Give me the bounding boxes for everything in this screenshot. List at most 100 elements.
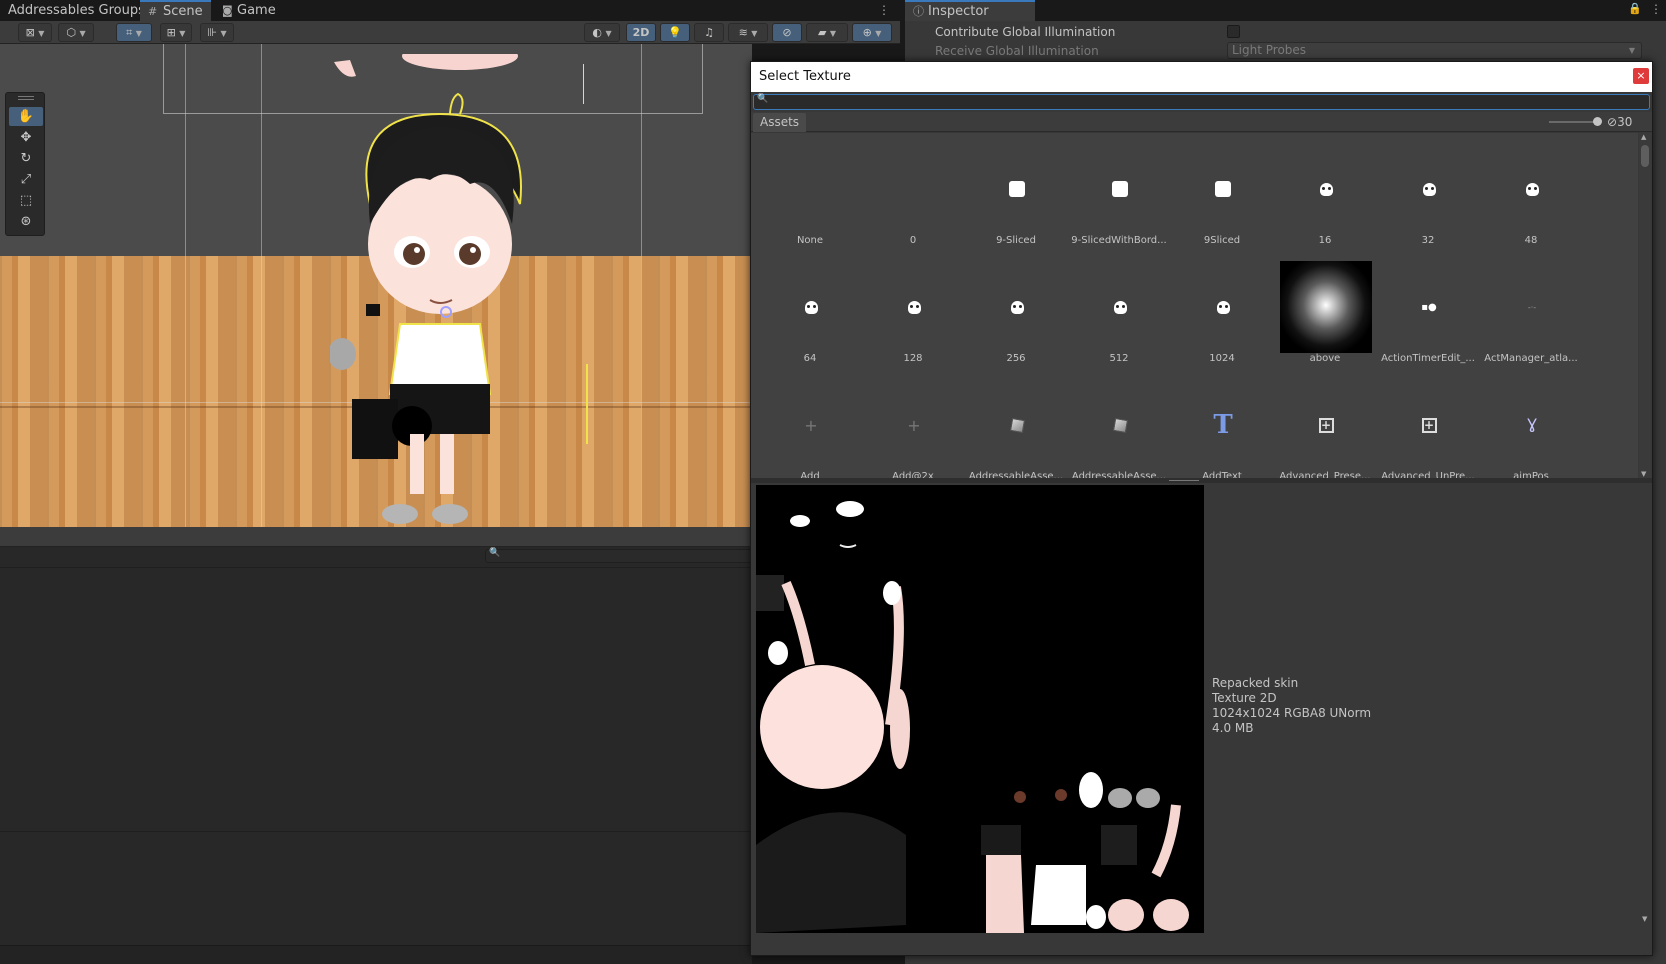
texture-search-field[interactable]: 🔍 xyxy=(753,94,1650,110)
effects-icon[interactable]: ≋ ▼ xyxy=(728,23,768,42)
grid-snap-button[interactable]: ⌗ ▼ xyxy=(116,23,152,42)
lock-icon[interactable]: 🔒 xyxy=(1628,2,1642,15)
texture-search-input[interactable] xyxy=(767,95,1637,109)
more-options-icon[interactable]: ⋮ xyxy=(1650,2,1662,16)
texture-item[interactable]: 0 xyxy=(863,138,963,253)
texture-item[interactable]: + Add xyxy=(760,374,860,479)
gizmos-icon[interactable]: ⊕ ▼ xyxy=(852,23,892,42)
tab-inspector[interactable]: ⓘ Inspector xyxy=(905,0,1035,21)
lower-panel: 🔍 xyxy=(0,527,752,964)
hand-tool-icon[interactable]: ✋ xyxy=(9,107,43,126)
texture-thumbnail xyxy=(976,266,1058,348)
editor-tab-bar: Addressables Groups # Scene ◙ Game ⋮ xyxy=(0,0,905,21)
tab-label: Game xyxy=(237,3,276,18)
hidden-count[interactable]: ⊘30 xyxy=(1607,113,1632,131)
skull-icon xyxy=(1422,182,1436,196)
skull-icon xyxy=(1319,182,1333,196)
tab-scene[interactable]: # Scene xyxy=(140,0,211,21)
texture-item[interactable]: 256 xyxy=(966,256,1066,371)
texture-item[interactable]: 64 xyxy=(760,256,860,371)
texture-item[interactable]: + Advanced_Prese... xyxy=(1275,374,1375,478)
character-sprite[interactable] xyxy=(330,54,570,527)
receive-gi-dropdown[interactable]: Light Probes ▼ xyxy=(1227,42,1642,59)
hidden-objects-icon[interactable]: ⊘ xyxy=(772,23,802,42)
texture-item[interactable]: None xyxy=(760,138,860,253)
scroll-down-icon[interactable]: ▼ xyxy=(1642,915,1647,923)
texture-label: above xyxy=(1309,353,1341,364)
more-options-icon[interactable]: ⋮ xyxy=(878,3,890,17)
texture-item[interactable]: 512 xyxy=(1069,256,1169,371)
draw-mode-button[interactable]: ⊠ ▼ xyxy=(18,23,52,42)
camera-icon[interactable]: ▰ ▼ xyxy=(806,23,848,42)
2d-mode-button[interactable]: 2D xyxy=(626,23,656,42)
texture-thumbnail xyxy=(873,266,955,348)
scrollbar-thumb[interactable] xyxy=(1641,145,1649,167)
texture-item[interactable]: 32 xyxy=(1378,138,1478,253)
texture-item[interactable]: 128 xyxy=(863,256,963,371)
scroll-up-icon[interactable]: ▲ xyxy=(1641,133,1646,141)
scale-tool-icon[interactable]: ⤢ xyxy=(9,170,43,189)
lower-panel-search-input[interactable]: 🔍 xyxy=(485,548,752,563)
move-tool-icon[interactable]: ✥ xyxy=(9,128,43,147)
texture-label: Add@2x xyxy=(892,471,934,478)
texture-item[interactable]: AddressableAsse... xyxy=(966,374,1066,478)
box-plus-icon: + xyxy=(1318,417,1334,433)
texture-item[interactable]: 9-Sliced xyxy=(966,138,1066,253)
texture-item[interactable]: 9Sliced xyxy=(1172,138,1272,253)
scroll-down-icon[interactable]: ▼ xyxy=(1641,470,1646,478)
texture-label: 9-SlicedWithBord... xyxy=(1071,235,1167,246)
skull-icon xyxy=(1113,300,1127,314)
transform-tool-icon[interactable]: ⊛ xyxy=(9,212,43,231)
eye-slash-icon: ⊘ xyxy=(1607,115,1618,129)
texture-item[interactable]: T AddText xyxy=(1172,374,1272,478)
texture-label: 32 xyxy=(1421,235,1435,246)
dialog-title-bar: Select Texture × xyxy=(751,62,1652,92)
rotate-tool-icon[interactable]: ↻ xyxy=(9,149,43,168)
texture-thumbnail: Ɣ xyxy=(1491,384,1573,466)
plus-icon: + xyxy=(907,415,921,435)
texture-label: 64 xyxy=(803,353,817,364)
assets-tab-bar: Assets ⊘30 xyxy=(751,112,1652,132)
tab-addressables-groups[interactable]: Addressables Groups xyxy=(0,0,153,21)
texture-item[interactable]: + Add@2x xyxy=(863,374,963,479)
pivot-button[interactable]: ⬡ ▼ xyxy=(58,23,94,42)
skull-icon xyxy=(1525,182,1539,196)
texture-item[interactable]: above xyxy=(1275,256,1375,371)
grid-scrollbar[interactable]: ▲ ▼ xyxy=(1639,133,1651,478)
rect-tool-icon[interactable]: ⬚ xyxy=(9,191,43,210)
plus-icon: + xyxy=(804,415,818,435)
texture-label: AddressableAsse... xyxy=(1071,471,1167,478)
texture-thumbnail xyxy=(976,384,1058,466)
texture-label: aimPos xyxy=(1513,471,1549,478)
anim-icon: Ɣ xyxy=(1527,417,1537,433)
preview-scrollbar[interactable]: ▼ xyxy=(1641,483,1651,953)
scene-view[interactable]: ✋ ✥ ↻ ⤢ ⬚ ⊛ xyxy=(0,44,752,527)
texture-item[interactable]: AddressableAsse... xyxy=(1069,374,1169,478)
grid-toggle-button[interactable]: ⊞ ▼ xyxy=(160,23,192,42)
receive-gi-label: Receive Global Illumination xyxy=(935,44,1099,58)
texture-item[interactable]: + Advanced_UnPre... xyxy=(1378,374,1478,478)
increment-snap-button[interactable]: ⊪ ▼ xyxy=(200,23,234,42)
thumbnail-size-slider[interactable] xyxy=(1549,121,1597,123)
tab-label: Addressables Groups xyxy=(8,3,145,18)
texture-label: 16 xyxy=(1318,235,1332,246)
texture-item[interactable]: 48 xyxy=(1481,138,1581,253)
texture-item[interactable]: ƔaimPos xyxy=(1481,374,1581,478)
sprite-icon: -·- xyxy=(1527,302,1537,312)
audio-icon[interactable]: ♫ xyxy=(694,23,724,42)
tab-assets[interactable]: Assets xyxy=(753,113,807,132)
texture-label: ActManager_atla... xyxy=(1484,353,1578,364)
texture-item[interactable]: -·- ActManager_atla... xyxy=(1481,256,1581,371)
slider-handle[interactable] xyxy=(1593,117,1602,126)
texture-item[interactable]: 16 xyxy=(1275,138,1375,253)
texture-item[interactable]: 1024 xyxy=(1172,256,1272,371)
texture-item[interactable]: ▪● ActionTimerEdit_... xyxy=(1378,256,1478,371)
lighting-icon[interactable]: 💡 xyxy=(660,23,690,42)
texture-label: 9-Sliced xyxy=(996,235,1036,246)
close-button[interactable]: × xyxy=(1633,68,1649,84)
texture-item[interactable]: 9-SlicedWithBord... xyxy=(1069,138,1169,253)
contribute-gi-checkbox[interactable] xyxy=(1227,25,1240,38)
shading-mode-button[interactable]: ◐ ▼ xyxy=(584,23,620,42)
texture-thumbnail xyxy=(1182,266,1264,348)
tab-game[interactable]: ◙ Game xyxy=(214,0,284,21)
